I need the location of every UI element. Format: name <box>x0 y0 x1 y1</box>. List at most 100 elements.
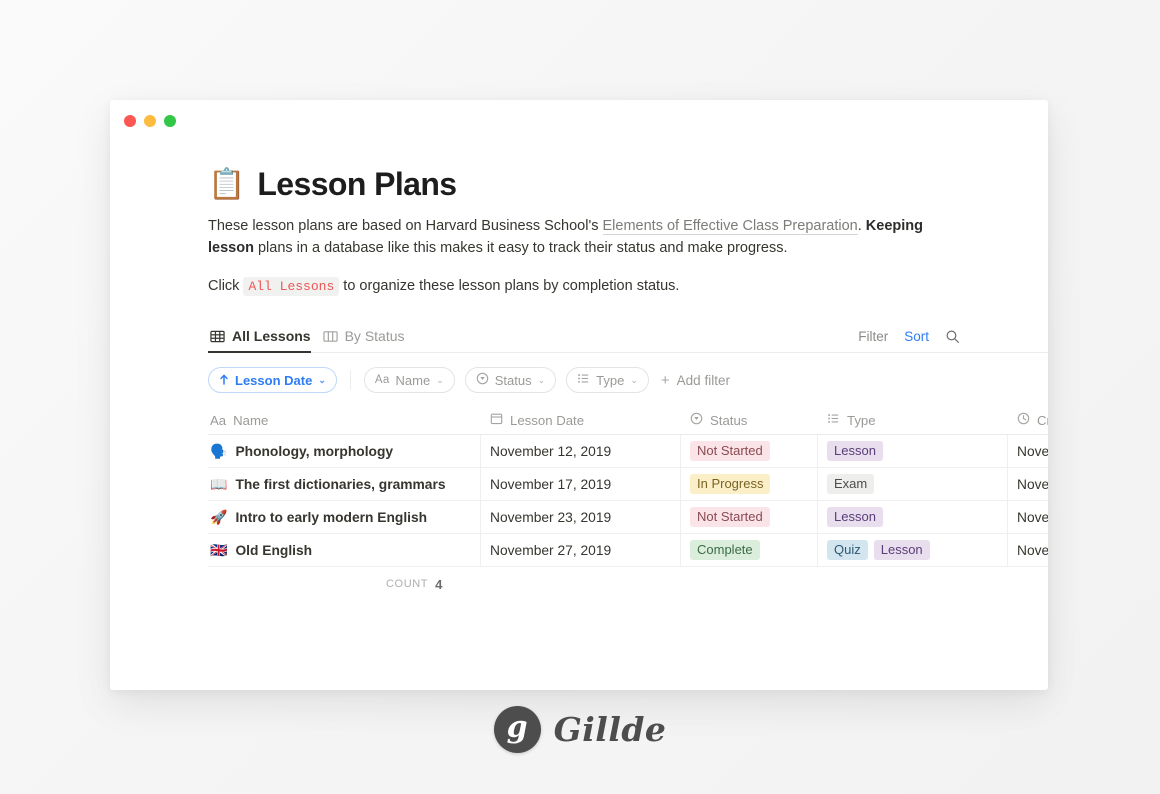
tab-by-status[interactable]: By Status <box>321 328 411 352</box>
cell-lesson-date[interactable]: November 23, 2019 <box>481 501 681 534</box>
status-badge: Not Started <box>690 440 770 462</box>
cell-lesson-date[interactable]: November 12, 2019 <box>481 435 681 468</box>
cell-type[interactable]: Quiz Lesson <box>818 534 1008 567</box>
clock-icon <box>1017 412 1030 428</box>
cell-status[interactable]: Not Started <box>681 501 818 534</box>
filter-button[interactable]: Filter <box>858 329 888 344</box>
cell-status[interactable]: Complete <box>681 534 818 567</box>
gillde-mark-icon: g <box>493 706 541 753</box>
filter-pill-status[interactable]: Status ⌄ <box>464 367 557 394</box>
table-row[interactable]: 🚀 Intro to early modern English November… <box>208 501 1048 535</box>
filter-pill-type[interactable]: Type ⌄ <box>566 367 649 394</box>
table-header-row: Aa Name Lesson Date Status Type C <box>208 406 1048 436</box>
row-emoji-icon: 📖 <box>210 475 228 492</box>
select-circle-icon <box>476 372 489 388</box>
column-header-lesson-date[interactable]: Lesson Date <box>481 406 681 434</box>
filter-pill-type-label: Type <box>596 372 625 388</box>
filter-pill-name[interactable]: Aa Name ⌄ <box>363 367 455 394</box>
tab-by-status-label: By Status <box>344 328 405 345</box>
type-badge: Quiz <box>827 539 868 561</box>
row-emoji-icon: 🚀 <box>210 508 228 525</box>
column-header-created[interactable]: Cr <box>1008 406 1048 434</box>
column-header-lesson-date-label: Lesson Date <box>510 412 585 428</box>
cell-type[interactable]: Lesson <box>818 501 1008 534</box>
chevron-down-icon: ⌄ <box>537 374 546 385</box>
status-badge: Not Started <box>690 506 770 528</box>
view-tabs: All Lessons By Status <box>208 328 858 354</box>
chevron-down-icon: ⌄ <box>318 374 326 385</box>
table-row[interactable]: 📖 The first dictionaries, grammars Novem… <box>208 468 1048 502</box>
sort-button[interactable]: Sort <box>904 329 929 344</box>
add-filter-label: Add filter <box>676 372 730 388</box>
chevron-down-icon: ⌄ <box>436 374 444 385</box>
view-tabbar: All Lessons By Status Filter Sort <box>208 319 1048 354</box>
page-title-text: Lesson Plans <box>257 166 457 202</box>
multi-select-list-icon <box>577 372 590 388</box>
cell-name[interactable]: 📖 The first dictionaries, grammars <box>208 468 481 501</box>
cell-name[interactable]: 🗣️ Phonology, morphology <box>208 435 481 468</box>
table-count-row[interactable]: COUNT 4 <box>208 567 1048 601</box>
type-badge: Lesson <box>827 440 883 462</box>
page-instruction: Click All Lessons to organize these less… <box>208 275 1048 297</box>
clipboard-icon: 📋 <box>208 167 246 201</box>
cell-name[interactable]: 🚀 Intro to early modern English <box>208 501 481 534</box>
cell-created[interactable]: Nove <box>1008 435 1048 467</box>
aa-icon: Aa <box>374 374 390 387</box>
sort-pill-lesson-date[interactable]: Lesson Date ⌄ <box>208 367 337 394</box>
cell-type[interactable]: Lesson <box>818 435 1008 468</box>
page-content: 📋 Lesson Plans These lesson plans are ba… <box>110 166 1048 601</box>
cell-created[interactable]: Nove <box>1008 534 1048 566</box>
page-description: These lesson plans are based on Harvard … <box>208 215 950 259</box>
filter-bar: Lesson Date ⌄ Aa Name ⌄ Status ⌄ Type ⌄ … <box>208 353 1048 406</box>
column-header-status[interactable]: Status <box>681 406 818 434</box>
description-text-3: plans in a database like this makes it e… <box>253 240 788 257</box>
arrow-up-icon <box>219 373 229 388</box>
cell-created[interactable]: Nove <box>1008 468 1048 500</box>
add-filter-button[interactable]: + Add filter <box>661 373 730 388</box>
column-header-status-label: Status <box>710 412 748 428</box>
instruction-suffix: to organize these lesson plans by comple… <box>339 278 680 295</box>
cell-lesson-date[interactable]: November 27, 2019 <box>481 534 681 567</box>
sort-pill-label: Lesson Date <box>235 372 313 388</box>
cell-name-text: The first dictionaries, grammars <box>235 476 446 492</box>
close-button[interactable] <box>124 115 136 127</box>
filter-pill-status-label: Status <box>494 372 532 388</box>
cell-created[interactable]: Nove <box>1008 501 1048 533</box>
multi-select-list-icon <box>827 412 840 428</box>
instruction-prefix: Click <box>208 278 244 295</box>
table-icon <box>210 329 225 344</box>
window-titlebar <box>110 100 1048 142</box>
type-badge: Lesson <box>873 539 930 561</box>
description-text-1: These lesson plans are based on Harvard … <box>208 218 603 234</box>
cell-name-text: Old English <box>235 542 313 558</box>
cell-status[interactable]: In Progress <box>681 468 818 501</box>
aa-icon: Aa <box>210 412 227 428</box>
type-badge: Exam <box>827 473 875 495</box>
cell-name[interactable]: 🇬🇧 Old English <box>208 534 481 567</box>
inline-code-all-lessons: All Lessons <box>243 277 340 297</box>
row-emoji-icon: 🗣️ <box>210 442 228 459</box>
column-header-type[interactable]: Type <box>818 406 1008 434</box>
browser-window: 📋 Lesson Plans These lesson plans are ba… <box>110 100 1048 690</box>
count-value: 4 <box>435 576 443 592</box>
search-icon[interactable] <box>945 329 960 344</box>
filter-pill-name-label: Name <box>395 372 431 388</box>
lessons-table: Aa Name Lesson Date Status Type C 🗣️ Pho… <box>208 406 1048 601</box>
maximize-button[interactable] <box>164 115 176 127</box>
cell-name-text: Phonology, morphology <box>235 443 394 459</box>
column-header-name[interactable]: Aa Name <box>208 406 481 434</box>
table-row[interactable]: 🇬🇧 Old English November 27, 2019 Complet… <box>208 534 1048 568</box>
tab-all-lessons[interactable]: All Lessons <box>208 328 317 354</box>
cell-status[interactable]: Not Started <box>681 435 818 468</box>
minimize-button[interactable] <box>144 115 156 127</box>
cell-lesson-date[interactable]: November 17, 2019 <box>481 468 681 501</box>
cell-name-text: Intro to early modern English <box>235 509 428 525</box>
cell-type[interactable]: Exam <box>818 468 1008 501</box>
filter-divider <box>349 370 351 391</box>
description-text-2: . <box>857 218 866 234</box>
description-link[interactable]: Elements of Effective Class Preparation <box>602 218 858 235</box>
view-toolbar-actions: Filter Sort <box>858 329 960 352</box>
chevron-down-icon: ⌄ <box>630 374 638 385</box>
table-row[interactable]: 🗣️ Phonology, morphology November 12, 20… <box>208 435 1048 469</box>
type-badge: Lesson <box>827 506 883 528</box>
